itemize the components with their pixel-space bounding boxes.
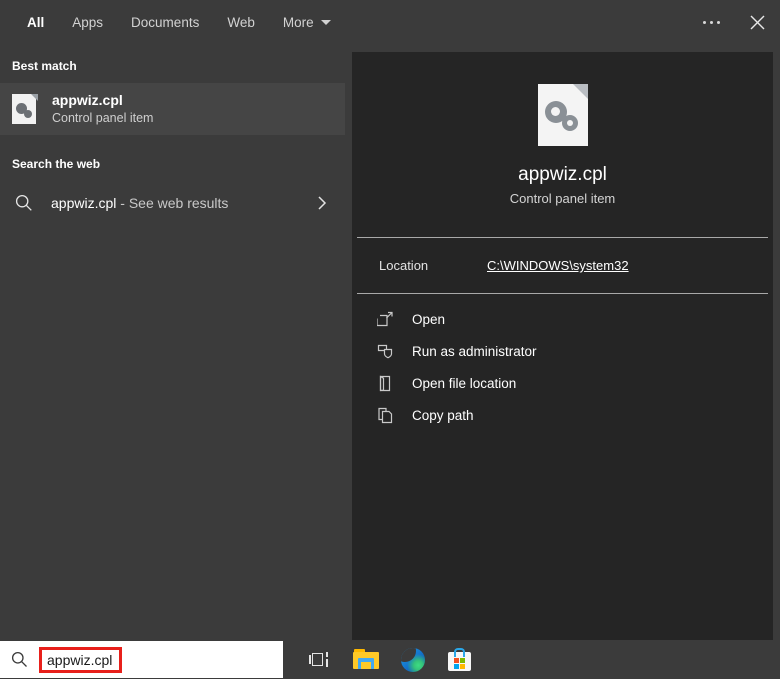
file-explorer-icon	[352, 649, 379, 670]
taskbar-buttons	[295, 640, 483, 679]
action-open[interactable]: Open	[352, 303, 773, 335]
best-match-subtitle: Control panel item	[52, 111, 154, 125]
results-pane: Best match appwiz.cpl Control panel item…	[0, 45, 345, 640]
tab-more[interactable]: More	[269, 9, 345, 36]
shield-icon	[376, 342, 394, 360]
location-row: Location C:\WINDOWS\system32	[352, 238, 773, 293]
best-match-header: Best match	[12, 59, 77, 73]
action-copy-path-label: Copy path	[412, 407, 474, 423]
action-run-as-administrator[interactable]: Run as administrator	[352, 335, 773, 367]
search-icon	[11, 651, 27, 667]
preview-title: appwiz.cpl	[518, 163, 607, 185]
file-explorer-button[interactable]	[342, 640, 389, 679]
action-open-file-location[interactable]: Open file location	[352, 367, 773, 399]
action-run-as-administrator-label: Run as administrator	[412, 343, 537, 359]
windows-search-window: All Apps Documents Web More Best match a…	[0, 0, 780, 679]
close-button[interactable]	[734, 0, 780, 45]
preview-hero: appwiz.cpl Control panel item	[352, 52, 773, 237]
web-result-query: appwiz.cpl	[51, 195, 117, 211]
microsoft-store-button[interactable]	[436, 640, 483, 679]
tab-apps[interactable]: Apps	[58, 9, 117, 36]
ellipsis-icon	[702, 21, 720, 24]
microsoft-store-icon	[448, 648, 471, 671]
search-input[interactable]: appwiz.cpl	[47, 652, 112, 668]
best-match-text: appwiz.cpl Control panel item	[52, 91, 153, 127]
filter-tabs: All Apps Documents Web More	[13, 9, 345, 36]
taskbar: appwiz.cpl	[0, 640, 780, 679]
preview-pane: appwiz.cpl Control panel item Location C…	[345, 45, 780, 640]
web-result-label: appwiz.cpl - See web results	[51, 195, 315, 211]
tab-web[interactable]: Web	[213, 9, 269, 36]
overflow-menu-button[interactable]	[688, 0, 734, 45]
tab-all[interactable]: All	[13, 9, 58, 36]
control-panel-file-icon	[537, 83, 588, 146]
web-result-suffix: - See web results	[116, 195, 229, 211]
preview-actions: Open Run as administrator Open file loca…	[352, 294, 773, 431]
preview-card: appwiz.cpl Control panel item Location C…	[352, 52, 773, 640]
control-panel-file-icon	[12, 94, 38, 124]
chevron-right-icon	[318, 196, 327, 210]
web-result-item[interactable]: appwiz.cpl - See web results	[0, 181, 345, 225]
best-match-title: appwiz.cpl	[52, 92, 123, 109]
microsoft-edge-icon	[400, 647, 425, 672]
search-filter-tabbar: All Apps Documents Web More	[0, 0, 780, 45]
search-value-highlight: appwiz.cpl	[39, 646, 123, 673]
tab-documents[interactable]: Documents	[117, 9, 213, 36]
close-icon	[750, 15, 764, 30]
task-view-button[interactable]	[295, 640, 342, 679]
search-the-web-header: Search the web	[12, 157, 101, 171]
location-link[interactable]: C:\WINDOWS\system32	[487, 258, 629, 273]
chevron-down-icon	[320, 20, 331, 25]
open-external-icon	[376, 310, 394, 328]
window-controls	[688, 0, 780, 45]
action-open-file-location-label: Open file location	[412, 375, 517, 391]
microsoft-edge-button[interactable]	[389, 640, 436, 679]
location-label: Location	[379, 258, 429, 273]
folder-open-icon	[376, 374, 394, 392]
action-copy-path[interactable]: Copy path	[352, 399, 773, 431]
best-match-result[interactable]: appwiz.cpl Control panel item	[0, 83, 345, 135]
copy-icon	[376, 406, 394, 424]
action-open-label: Open	[412, 311, 446, 327]
tab-more-label: More	[282, 15, 314, 30]
preview-subtitle: Control panel item	[509, 190, 616, 206]
task-view-icon	[309, 651, 328, 668]
search-icon	[15, 194, 32, 211]
taskbar-search-box[interactable]: appwiz.cpl	[0, 641, 283, 678]
